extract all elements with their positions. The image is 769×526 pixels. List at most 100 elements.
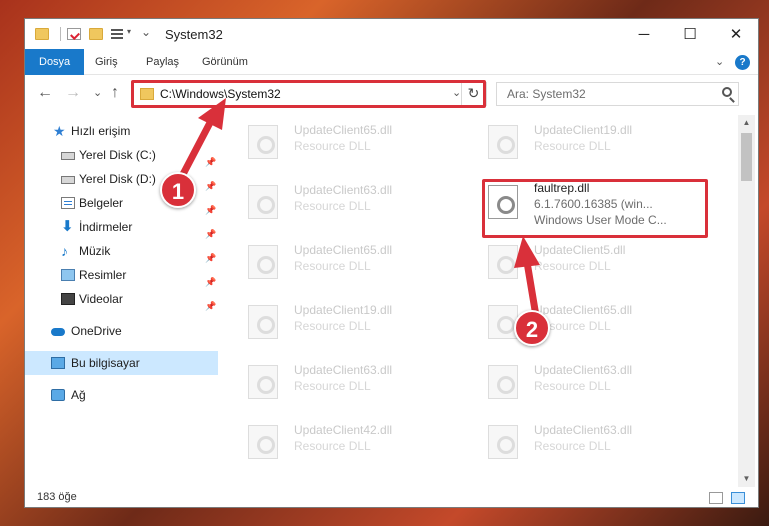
- file-item[interactable]: UpdateClient42.dll Resource DLL: [218, 417, 448, 473]
- customize-chevron-icon[interactable]: ▾: [127, 27, 131, 36]
- maximize-button[interactable]: ☐: [667, 19, 713, 49]
- file-name: UpdateClient5.dll: [534, 243, 626, 257]
- up-button[interactable]: ↑: [111, 84, 119, 102]
- drive-icon: [61, 152, 75, 160]
- file-name: UpdateClient63.dll: [534, 423, 633, 437]
- file-item[interactable]: UpdateClient65.dll Resource DLL: [218, 117, 448, 173]
- properties-icon[interactable]: [67, 28, 81, 40]
- pin-icon[interactable]: 📌: [205, 294, 216, 318]
- sidebar-item-label: OneDrive: [71, 324, 122, 338]
- navigation-pane: ★ Hızlı erişim Yerel Disk (C:) 📌 Yerel D…: [25, 115, 218, 487]
- recent-locations-button[interactable]: ⌄: [93, 84, 102, 102]
- file-name: UpdateClient63.dll: [294, 183, 393, 197]
- new-folder-icon[interactable]: [89, 28, 103, 40]
- address-highlight-box: [131, 80, 486, 108]
- sidebar-item-music[interactable]: ♪ Müzik 📌: [25, 239, 218, 263]
- folder-icon[interactable]: [35, 28, 49, 40]
- qa-dropdown-icon[interactable]: ⌄: [141, 25, 151, 39]
- sidebar-item-label: Hızlı erişim: [71, 124, 131, 138]
- window-title: System32: [165, 27, 223, 42]
- item-count: 183 öğe: [37, 491, 77, 503]
- step-badge-2: 2: [514, 310, 550, 346]
- status-bar: 183 öğe: [25, 487, 758, 507]
- sidebar-item-label: Belgeler: [79, 196, 124, 210]
- dll-file-icon: [488, 425, 518, 459]
- file-name: UpdateClient63.dll: [534, 363, 633, 377]
- file-name: UpdateClient65.dll: [294, 243, 393, 257]
- file-description: Resource DLL: [294, 199, 371, 213]
- sidebar-item-label: Resimler: [79, 268, 127, 282]
- file-description: Resource DLL: [534, 439, 611, 453]
- search-input[interactable]: Ara: System32: [496, 82, 739, 106]
- quick-access-separator: [60, 27, 61, 41]
- file-item[interactable]: UpdateClient5.dll Resource DLL: [458, 237, 688, 293]
- file-name: UpdateClient19.dll: [534, 123, 633, 137]
- dll-file-icon: [488, 305, 518, 339]
- sidebar-item-label: Bu bilgisayar: [71, 356, 140, 370]
- file-name: UpdateClient63.dll: [294, 363, 393, 377]
- dll-file-icon: [248, 245, 278, 279]
- computer-icon: [51, 357, 65, 369]
- vertical-scrollbar[interactable]: ▲ ▼: [738, 115, 755, 487]
- sidebar-item-label: Ağ: [71, 388, 86, 402]
- file-name: UpdateClient65.dll: [534, 303, 633, 317]
- details-view-icon[interactable]: [709, 492, 723, 504]
- star-icon: ★: [53, 123, 66, 139]
- sidebar-item-videos[interactable]: Videolar 📌: [25, 287, 218, 311]
- file-item[interactable]: UpdateClient63.dll Resource DLL: [458, 417, 688, 473]
- file-item[interactable]: UpdateClient19.dll Resource DLL: [218, 297, 448, 353]
- view-icon[interactable]: [111, 28, 125, 40]
- pictures-icon: [61, 269, 75, 281]
- sidebar-item-label: Yerel Disk (C:): [79, 148, 156, 162]
- file-list: UpdateClient65.dll Resource DLL UpdateCl…: [218, 115, 738, 487]
- tab-file[interactable]: Dosya: [25, 49, 85, 75]
- tab-home[interactable]: Giriş: [88, 49, 125, 75]
- scrollbar-thumb[interactable]: [741, 133, 752, 181]
- ribbon-tabs: Dosya Giriş Paylaş Görünüm ⌄ ?: [25, 49, 758, 75]
- sidebar-item-downloads[interactable]: ⬇ İndirmeler 📌: [25, 215, 218, 239]
- file-item[interactable]: UpdateClient65.dll Resource DLL: [458, 297, 688, 353]
- file-name: UpdateClient65.dll: [294, 123, 393, 137]
- dll-file-icon: [488, 125, 518, 159]
- scroll-up-icon[interactable]: ▲: [738, 115, 755, 131]
- help-icon[interactable]: ?: [735, 55, 750, 70]
- network-icon: [51, 389, 65, 401]
- sidebar-item-pictures[interactable]: Resimler 📌: [25, 263, 218, 287]
- file-item[interactable]: UpdateClient19.dll Resource DLL: [458, 117, 688, 173]
- sidebar-item-quick-access[interactable]: ★ Hızlı erişim: [25, 119, 218, 143]
- sidebar-item-this-pc[interactable]: Bu bilgisayar: [25, 351, 218, 375]
- sidebar-item-label: Videolar: [79, 292, 123, 306]
- file-item[interactable]: UpdateClient63.dll Resource DLL: [218, 357, 448, 413]
- file-description: Resource DLL: [294, 139, 371, 153]
- file-item[interactable]: UpdateClient65.dll Resource DLL: [218, 237, 448, 293]
- forward-button[interactable]: →: [65, 84, 81, 102]
- file-item[interactable]: UpdateClient63.dll Resource DLL: [218, 177, 448, 233]
- file-description: Resource DLL: [294, 439, 371, 453]
- file-description: Resource DLL: [534, 379, 611, 393]
- tab-view[interactable]: Görünüm: [195, 49, 255, 75]
- dll-file-icon: [488, 365, 518, 399]
- step-badge-1: 1: [160, 172, 196, 208]
- tab-share[interactable]: Paylaş: [139, 49, 186, 75]
- minimize-button[interactable]: ─: [621, 19, 667, 49]
- ribbon-expand-icon[interactable]: ⌄: [715, 55, 724, 68]
- sidebar-item-local-disk-c[interactable]: Yerel Disk (C:) 📌: [25, 143, 218, 167]
- search-placeholder: Ara: System32: [507, 87, 586, 101]
- close-button[interactable]: ✕: [713, 19, 758, 49]
- file-name: UpdateClient19.dll: [294, 303, 393, 317]
- documents-icon: [61, 197, 75, 209]
- dll-file-icon: [248, 425, 278, 459]
- dll-file-icon: [248, 365, 278, 399]
- back-button[interactable]: ←: [37, 84, 53, 102]
- title-bar: ▾ ⌄ System32 ─ ☐ ✕: [25, 19, 758, 49]
- file-item[interactable]: UpdateClient63.dll Resource DLL: [458, 357, 688, 413]
- file-name: UpdateClient42.dll: [294, 423, 393, 437]
- sidebar-item-label: Yerel Disk (D:): [79, 172, 156, 186]
- file-description: Resource DLL: [294, 259, 371, 273]
- scroll-down-icon[interactable]: ▼: [738, 471, 755, 487]
- sidebar-item-label: İndirmeler: [79, 220, 133, 234]
- tiles-view-icon[interactable]: [731, 492, 745, 504]
- sidebar-item-onedrive[interactable]: OneDrive: [25, 319, 218, 343]
- sidebar-item-network[interactable]: Ağ: [25, 383, 218, 407]
- search-icon[interactable]: [722, 87, 732, 97]
